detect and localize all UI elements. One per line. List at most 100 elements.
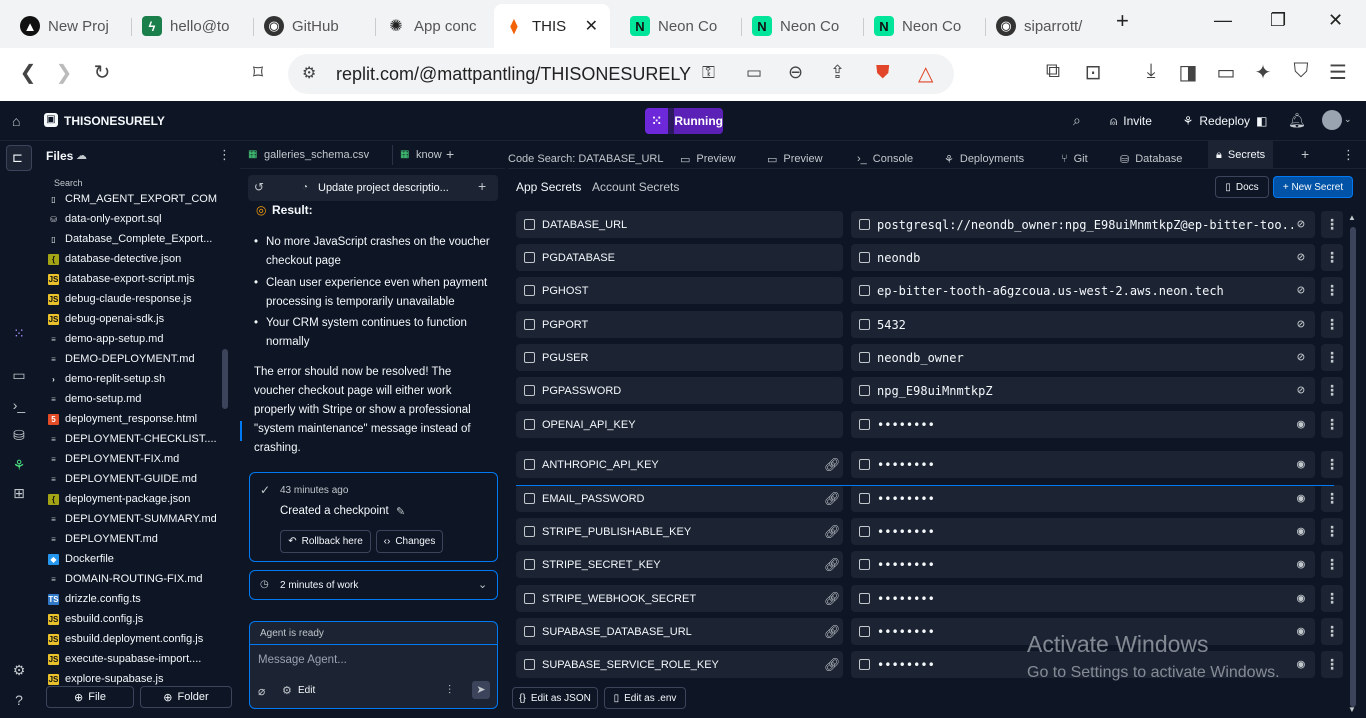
file-tree-item[interactable]: JS esbuild.config.js bbox=[48, 609, 218, 629]
invite-button[interactable]: ⍝ Invite bbox=[1100, 109, 1162, 133]
reader-icon[interactable]: ⊡ bbox=[1080, 60, 1106, 85]
new-tab-icon[interactable]: + bbox=[1116, 8, 1129, 34]
eye-off-icon[interactable]: ⊘ bbox=[1293, 250, 1305, 265]
tab-git[interactable]: ⑂ Git bbox=[1061, 145, 1088, 173]
message-input[interactable]: Message Agent... bbox=[258, 654, 347, 666]
eye-icon[interactable]: ◉ bbox=[1293, 591, 1305, 606]
file-tree-item[interactable]: JS debug-claude-response.js bbox=[48, 289, 218, 309]
copy-icon[interactable] bbox=[859, 659, 870, 670]
copy-icon[interactable] bbox=[859, 385, 870, 396]
cast-icon[interactable]: ▭ bbox=[746, 63, 762, 83]
add-tab-icon[interactable]: + bbox=[1301, 146, 1309, 162]
link-icon[interactable]: 🔗︎ bbox=[824, 657, 841, 673]
new-secret-button[interactable]: + New Secret bbox=[1273, 176, 1353, 198]
docs-button[interactable]: ▯ Docs bbox=[1215, 176, 1269, 198]
secret-key-field[interactable]: ANTHROPIC_API_KEY 🔗︎ bbox=[516, 451, 843, 478]
link-icon[interactable]: 🔗︎ bbox=[824, 591, 841, 607]
file-tree-item[interactable]: JS debug-openai-sdk.js bbox=[48, 309, 218, 329]
resize-handle[interactable] bbox=[240, 421, 242, 441]
search-icon[interactable]: ⌕ bbox=[1073, 112, 1081, 129]
tab-app-secrets[interactable]: App Secrets bbox=[516, 180, 581, 194]
secret-key-field[interactable]: SUPABASE_DATABASE_URL 🔗︎ bbox=[516, 618, 843, 645]
file-tree-item[interactable]: JS execute-supabase-import.... bbox=[48, 649, 218, 669]
pencil-icon[interactable]: ✎ bbox=[396, 505, 405, 518]
file-tree-item[interactable]: › demo-replit-setup.sh bbox=[48, 369, 218, 389]
secret-key-field[interactable]: OPENAI_API_KEY bbox=[516, 411, 843, 438]
file-tree-item[interactable]: ≡ DEPLOYMENT-SUMMARY.md bbox=[48, 509, 218, 529]
copy-icon[interactable] bbox=[524, 626, 535, 637]
browser-tab-active[interactable]: ⧫ THIS ✕ bbox=[494, 4, 610, 48]
link-icon[interactable]: 🔗︎ bbox=[824, 557, 841, 573]
secret-menu-icon[interactable]: ⋮ bbox=[1321, 211, 1343, 238]
file-tree-item[interactable]: {database-detective.json bbox=[48, 249, 218, 269]
console-icon[interactable]: ›_ bbox=[10, 396, 28, 414]
new-folder-button[interactable]: ⊕ Folder bbox=[140, 686, 232, 708]
vpn-icon[interactable]: ⛉ bbox=[1288, 60, 1314, 83]
secret-value-field[interactable]: •••••••• ◉ bbox=[851, 551, 1315, 578]
eye-off-icon[interactable]: ⊘ bbox=[1293, 350, 1305, 365]
secret-menu-icon[interactable]: ⋮ bbox=[1321, 244, 1343, 271]
leo-ai-icon[interactable]: ✦ bbox=[1250, 60, 1276, 85]
send-icon[interactable]: ➤ bbox=[472, 681, 490, 699]
secret-menu-icon[interactable]: ⋮ bbox=[1321, 585, 1343, 612]
eye-off-icon[interactable]: ⊘ bbox=[1293, 217, 1305, 232]
link-icon[interactable]: 🔗︎ bbox=[824, 457, 841, 473]
secret-key-field[interactable]: PGPASSWORD bbox=[516, 377, 843, 404]
tab-galleries-schema[interactable]: galleries_schema.csv bbox=[264, 149, 369, 161]
copy-icon[interactable] bbox=[524, 319, 535, 330]
copy-icon[interactable] bbox=[859, 493, 870, 504]
secret-menu-icon[interactable]: ⋮ bbox=[1321, 518, 1343, 545]
tab-account-secrets[interactable]: Account Secrets bbox=[592, 180, 679, 194]
all-tools-icon[interactable]: ⊞ bbox=[10, 484, 28, 502]
edit-as-env-button[interactable]: ▯ Edit as .env bbox=[604, 687, 686, 709]
secret-value-field[interactable]: •••••••• ◉ bbox=[851, 411, 1315, 438]
secret-key-field[interactable]: PGUSER bbox=[516, 344, 843, 371]
secret-value-field[interactable]: ep-bitter-tooth-a6gzcoua.us-west-2.aws.n… bbox=[851, 277, 1315, 304]
secret-value-field[interactable]: 5432 ⊘ bbox=[851, 311, 1315, 338]
work-summary[interactable]: ◷ 2 minutes of work ⌄ bbox=[249, 570, 498, 600]
copy-icon[interactable] bbox=[524, 593, 535, 604]
eye-off-icon[interactable]: ⊘ bbox=[1293, 383, 1305, 398]
eye-icon[interactable]: ◉ bbox=[1293, 624, 1305, 639]
secret-value-field[interactable]: •••••••• ◉ bbox=[851, 585, 1315, 612]
files-menu-icon[interactable]: ⋮ bbox=[218, 147, 231, 163]
copy-icon[interactable] bbox=[524, 252, 535, 263]
copy-icon[interactable] bbox=[859, 252, 870, 263]
copy-icon[interactable] bbox=[524, 285, 535, 296]
key-icon[interactable]: ⚿ bbox=[702, 63, 715, 83]
files-scrollbar[interactable] bbox=[222, 349, 228, 409]
copy-icon[interactable] bbox=[859, 526, 870, 537]
link-icon[interactable]: 🔗︎ bbox=[824, 624, 841, 640]
notifications-icon[interactable]: 🔔︎ bbox=[1288, 112, 1306, 129]
browser-tab[interactable]: N Neon Co bbox=[742, 4, 864, 48]
agent-icon[interactable]: ⁙ bbox=[10, 324, 28, 342]
secret-menu-icon[interactable]: ⋮ bbox=[1321, 485, 1343, 512]
secret-key-field[interactable]: PGDATABASE bbox=[516, 244, 843, 271]
eye-off-icon[interactable]: ⊘ bbox=[1293, 283, 1305, 298]
copy-icon[interactable] bbox=[524, 419, 535, 430]
rollback-button[interactable]: ↶ Rollback here bbox=[280, 530, 371, 553]
copy-icon[interactable] bbox=[859, 559, 870, 570]
database-icon[interactable]: ⛁ bbox=[10, 426, 28, 444]
secret-menu-icon[interactable]: ⋮ bbox=[1321, 344, 1343, 371]
back-icon[interactable]: ❮ bbox=[15, 60, 41, 85]
edit-mode-icon[interactable]: ⚙ bbox=[282, 684, 292, 697]
copy-icon[interactable] bbox=[859, 219, 870, 230]
add-tab-icon[interactable]: + bbox=[446, 146, 454, 162]
download-icon[interactable]: ⤓ bbox=[1138, 60, 1164, 83]
browser-tab[interactable]: ϟ hello@to bbox=[132, 4, 254, 48]
eye-icon[interactable]: ◉ bbox=[1293, 557, 1305, 572]
reload-icon[interactable]: ↻ bbox=[89, 60, 115, 85]
file-tree-item[interactable]: ⛁ data-only-export.sql bbox=[48, 209, 218, 229]
file-tree-item[interactable]: JS database-export-script.mjs bbox=[48, 269, 218, 289]
file-tree-item[interactable]: ≡ DEPLOYMENT-FIX.md bbox=[48, 449, 218, 469]
secret-key-field[interactable]: PGPORT bbox=[516, 311, 843, 338]
secret-menu-icon[interactable]: ⋮ bbox=[1321, 411, 1343, 438]
tab-preview[interactable]: ▭ Preview bbox=[680, 145, 736, 173]
share-icon[interactable]: ⇪ bbox=[830, 62, 845, 83]
secret-key-field[interactable]: STRIPE_WEBHOOK_SECRET 🔗︎ bbox=[516, 585, 843, 612]
secret-key-field[interactable]: EMAIL_PASSWORD 🔗︎ bbox=[516, 485, 843, 512]
address-bar[interactable]: ⚙ replit.com/@mattpantling/THISONESURELY… bbox=[288, 54, 954, 94]
copy-icon[interactable] bbox=[524, 459, 535, 470]
wallet-icon[interactable]: ▭ bbox=[1213, 60, 1239, 85]
